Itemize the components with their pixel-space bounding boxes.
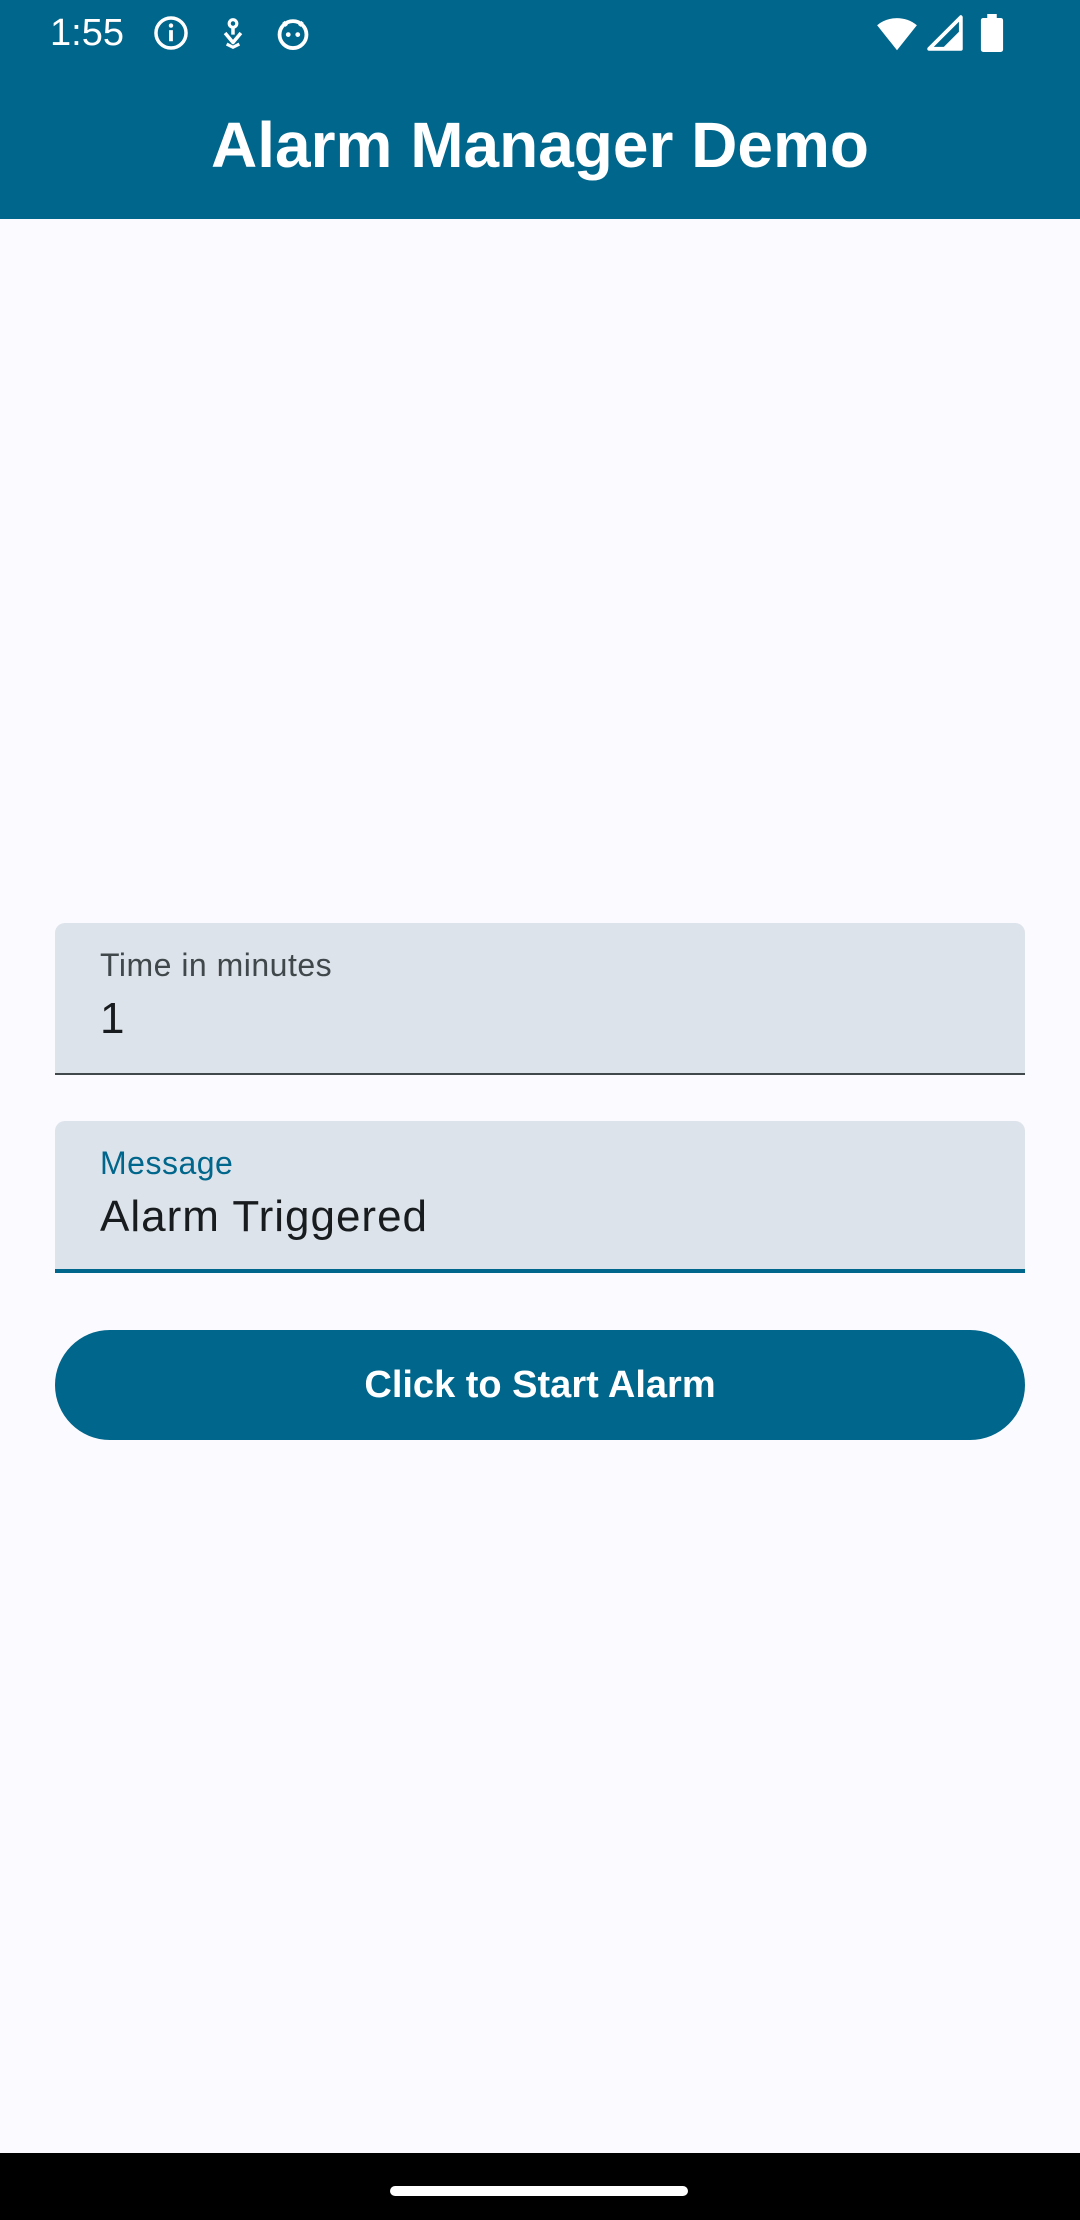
message-input[interactable] <box>100 1189 980 1245</box>
cell-signal-icon <box>927 15 963 51</box>
status-time: 1:55 <box>50 12 124 54</box>
time-in-minutes-field[interactable]: Time in minutes <box>55 923 1025 1075</box>
battery-icon <box>980 14 1004 52</box>
message-label: Message <box>100 1145 234 1181</box>
app-title: Alarm Manager Demo <box>211 109 869 181</box>
app-screen: 1:55 Alarm Manager Demo Time in minutes … <box>0 0 1080 2220</box>
start-alarm-button[interactable]: Click to Start Alarm <box>55 1330 1025 1440</box>
time-in-minutes-label: Time in minutes <box>100 947 333 983</box>
usb-debug-icon <box>223 18 243 50</box>
home-gesture-handle[interactable] <box>390 2186 688 2196</box>
android-debug-icon <box>277 19 309 50</box>
status-bar: 1:55 <box>0 0 1080 66</box>
time-in-minutes-input[interactable] <box>100 991 980 1047</box>
wifi-icon <box>877 18 917 51</box>
info-icon <box>154 16 188 50</box>
message-field[interactable]: Message <box>55 1121 1025 1273</box>
top-app-bar: 1:55 Alarm Manager Demo <box>0 0 1080 219</box>
